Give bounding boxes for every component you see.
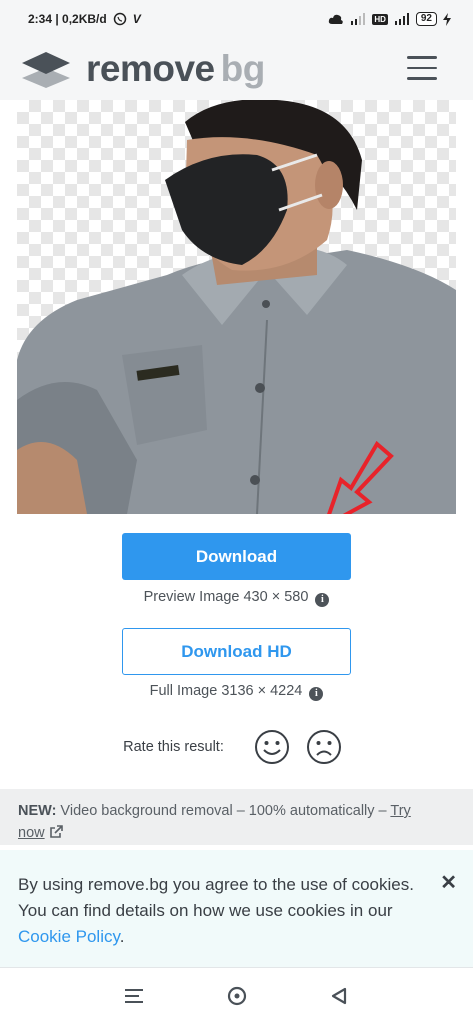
menu-lines-icon [124, 989, 143, 1003]
home-button[interactable] [224, 983, 250, 1009]
menu-icon[interactable] [407, 56, 437, 80]
rating-row: Rate this result: [0, 729, 473, 765]
status-right: HD 92 [328, 12, 451, 26]
info-icon[interactable]: i [315, 593, 330, 607]
cookie-tail: . [119, 927, 125, 946]
info-icon-2[interactable]: i [309, 687, 324, 701]
signal-icon-2 [394, 13, 409, 25]
cookie-policy-link[interactable]: Cookie Policy [18, 927, 120, 946]
layers-logo-icon [22, 52, 70, 88]
site-header: remove bg [0, 38, 473, 100]
preview-image-size: Preview Image 430 × 580 [143, 589, 309, 605]
banner-text: Video background removal – 100% automati… [56, 803, 391, 819]
download-hd-button[interactable]: Download HD [122, 628, 351, 675]
hd-badge: HD [372, 13, 388, 25]
charging-icon [443, 12, 451, 26]
recent-apps-button[interactable] [122, 983, 148, 1009]
logo-wordmark: remove bg [86, 48, 265, 90]
smiley-sad-icon[interactable] [306, 729, 342, 765]
removebg-logo[interactable]: remove bg [20, 48, 265, 90]
status-time: 2:34 | 0,2KB/d [28, 12, 107, 26]
rating-label: Rate this result: [123, 739, 224, 755]
home-circle-icon [227, 986, 246, 1006]
battery-indicator: 92 [415, 12, 437, 26]
cookie-text: By using remove.bg you agree to the use … [18, 875, 414, 920]
now-link-text: now [18, 825, 45, 841]
back-button[interactable] [326, 983, 352, 1009]
try-link-text: Try [390, 803, 411, 819]
download-button[interactable]: Download [122, 533, 351, 580]
v-notification-icon: V [132, 12, 141, 26]
preview-image-info: Preview Image 430 × 580 i [0, 589, 473, 607]
result-preview-image [17, 100, 456, 514]
cloud-upload-icon [329, 14, 344, 24]
signal-icon [351, 13, 366, 25]
logo-remove: remove [86, 48, 215, 89]
smiley-happy-icon[interactable] [254, 729, 290, 765]
android-nav-bar [0, 968, 473, 1024]
full-image-info: Full Image 3136 × 4224 i [0, 683, 473, 701]
new-label: NEW: [18, 803, 57, 819]
cookie-notice: By using remove.bg you agree to the use … [0, 850, 473, 968]
external-link-icon[interactable] [49, 825, 63, 839]
whatsapp-icon [113, 12, 126, 26]
logo-bg: bg [220, 48, 266, 89]
red-arrow-annotation [327, 440, 394, 514]
status-bar: 2:34 | 0,2KB/d V HD 92 [0, 0, 473, 38]
close-icon[interactable]: ✕ [440, 870, 457, 896]
full-image-size: Full Image 3136 × 4224 [149, 683, 303, 699]
status-left: 2:34 | 0,2KB/d V [28, 12, 141, 26]
back-triangle-icon [331, 987, 346, 1005]
new-feature-banner: NEW: Video background removal – 100% aut… [0, 789, 473, 845]
